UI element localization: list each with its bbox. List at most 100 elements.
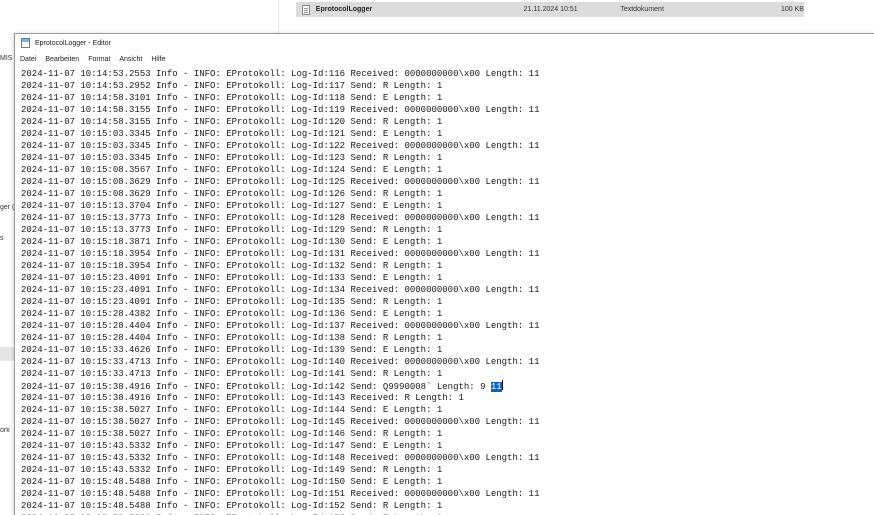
log-line-text: 2024-11-07 10:15:08.3629 Info - INFO: EP…: [21, 177, 540, 187]
log-line: 2024-11-07 10:15:33.4713 Info - INFO: EP…: [21, 368, 874, 380]
log-line-text: 2024-11-07 10:15:38.4916 Info - INFO: EP…: [21, 382, 491, 392]
log-line-text: 2024-11-07 10:15:08.3629 Info - INFO: EP…: [21, 189, 443, 199]
log-line: 2024-11-07 10:15:48.5488 Info - INFO: EP…: [21, 476, 874, 488]
log-line: 2024-11-07 10:15:08.3567 Info - INFO: EP…: [21, 164, 874, 176]
text-editor-area[interactable]: 2024-11-07 10:14:53.2553 Info - INFO: EP…: [21, 68, 874, 515]
explorer-nav-pane: MIS ger ( s ork: [0, 34, 14, 515]
menu-format[interactable]: Format: [88, 56, 110, 63]
log-line: 2024-11-07 10:15:38.5027 Info - INFO: EP…: [21, 404, 874, 416]
log-line: 2024-11-07 10:15:23.4091 Info - INFO: EP…: [21, 284, 874, 296]
log-line-text: 2024-11-07 10:15:33.4713 Info - INFO: EP…: [21, 369, 443, 379]
log-line-text: 2024-11-07 10:15:48.5488 Info - INFO: EP…: [21, 489, 540, 499]
menu-datei[interactable]: Datei: [20, 56, 36, 63]
log-line: 2024-11-07 10:15:38.5027 Info - INFO: EP…: [21, 428, 874, 440]
log-line-text: 2024-11-07 10:15:03.3345 Info - INFO: EP…: [21, 129, 443, 139]
log-line-text: 2024-11-07 10:15:18.3954 Info - INFO: EP…: [21, 261, 443, 271]
log-line: 2024-11-07 10:15:43.5332 Info - INFO: EP…: [21, 464, 874, 476]
text-file-icon: [302, 4, 310, 15]
log-line-text: 2024-11-07 10:14:58.3101 Info - INFO: EP…: [21, 93, 443, 103]
nav-label[interactable]: s: [0, 235, 14, 242]
log-line: 2024-11-07 10:15:08.3629 Info - INFO: EP…: [21, 188, 874, 200]
pane-divider: [278, 0, 279, 34]
desktop: EprotocolLogger 21.11.2024 10:51 Textdok…: [0, 0, 874, 515]
file-size: 100 KB: [781, 6, 804, 13]
log-line-text: 2024-11-07 10:15:48.5488 Info - INFO: EP…: [21, 477, 443, 487]
log-line-text: 2024-11-07 10:15:13.3773 Info - INFO: EP…: [21, 225, 443, 235]
log-line-text: 2024-11-07 10:14:58.3155 Info - INFO: EP…: [21, 105, 540, 115]
log-line: 2024-11-07 10:14:58.3155 Info - INFO: EP…: [21, 104, 874, 116]
log-line-text: 2024-11-07 10:15:28.4382 Info - INFO: EP…: [21, 309, 443, 319]
log-line-text: 2024-11-07 10:15:43.5332 Info - INFO: EP…: [21, 441, 443, 451]
log-line: 2024-11-07 10:15:38.5027 Info - INFO: EP…: [21, 416, 874, 428]
log-line: 2024-11-07 10:15:43.5332 Info - INFO: EP…: [21, 440, 874, 452]
log-line-text: 2024-11-07 10:15:13.3704 Info - INFO: EP…: [21, 201, 443, 211]
log-line-text: 2024-11-07 10:15:38.5027 Info - INFO: EP…: [21, 417, 540, 427]
log-line: 2024-11-07 10:15:03.3345 Info - INFO: EP…: [21, 128, 874, 140]
log-line-text: 2024-11-07 10:15:28.4404 Info - INFO: EP…: [21, 333, 443, 343]
menu-bearbeiten[interactable]: Bearbeiten: [45, 56, 79, 63]
log-line-text: 2024-11-07 10:15:18.3954 Info - INFO: EP…: [21, 249, 540, 259]
nav-selected-item[interactable]: [0, 347, 14, 361]
log-line: 2024-11-07 10:15:13.3773 Info - INFO: EP…: [21, 224, 874, 236]
log-line: 2024-11-07 10:15:28.4404 Info - INFO: EP…: [21, 320, 874, 332]
log-line-text: 2024-11-07 10:15:38.5027 Info - INFO: EP…: [21, 429, 443, 439]
log-line-text: 2024-11-07 10:15:28.4404 Info - INFO: EP…: [21, 321, 540, 331]
log-line: 2024-11-07 10:15:08.3629 Info - INFO: EP…: [21, 176, 874, 188]
log-line-text: 2024-11-07 10:15:23.4091 Info - INFO: EP…: [21, 297, 443, 307]
file-name: EprotocolLogger: [315, 6, 373, 13]
notepad-icon: [21, 38, 30, 48]
log-line-text: 2024-11-07 10:14:53.2952 Info - INFO: EP…: [21, 81, 443, 91]
log-line-text: 2024-11-07 10:15:38.4916 Info - INFO: EP…: [21, 393, 464, 403]
text-caret: [501, 380, 503, 390]
log-line-text: 2024-11-07 10:15:48.5488 Info - INFO: EP…: [21, 501, 443, 511]
log-line: 2024-11-07 10:15:38.4916 Info - INFO: EP…: [21, 392, 874, 404]
log-line: 2024-11-07 10:15:13.3704 Info - INFO: EP…: [21, 200, 874, 212]
log-line-text: 2024-11-07 10:15:03.3345 Info - INFO: EP…: [21, 141, 540, 151]
log-line-text: 2024-11-07 10:15:43.5332 Info - INFO: EP…: [21, 453, 540, 463]
log-line-text: 2024-11-07 10:15:08.3567 Info - INFO: EP…: [21, 165, 443, 175]
log-line-text: 2024-11-07 10:15:03.3345 Info - INFO: EP…: [21, 153, 443, 163]
log-line: 2024-11-07 10:15:23.4091 Info - INFO: EP…: [21, 272, 874, 284]
log-line: 2024-11-07 10:15:48.5488 Info - INFO: EP…: [21, 488, 874, 500]
log-line: 2024-11-07 10:14:53.2553 Info - INFO: EP…: [21, 68, 874, 80]
nav-label[interactable]: MIS: [0, 55, 14, 62]
log-line-text: 2024-11-07 10:15:43.5332 Info - INFO: EP…: [21, 465, 443, 475]
file-row-eprotocollogger[interactable]: EprotocolLogger 21.11.2024 10:51 Textdok…: [296, 2, 804, 17]
log-line: 2024-11-07 10:15:13.3773 Info - INFO: EP…: [21, 212, 874, 224]
log-line-text: 2024-11-07 10:14:58.3155 Info - INFO: EP…: [21, 117, 443, 127]
log-line: 2024-11-07 10:15:33.4626 Info - INFO: EP…: [21, 344, 874, 356]
log-line-text: 2024-11-07 10:15:33.4713 Info - INFO: EP…: [21, 357, 540, 367]
nav-label[interactable]: ork: [0, 427, 14, 434]
log-line-text: 2024-11-07 10:15:38.5027 Info - INFO: EP…: [21, 405, 443, 415]
log-line: 2024-11-07 10:15:48.5488 Info - INFO: EP…: [21, 500, 874, 512]
file-date: 21.11.2024 10:51: [523, 6, 578, 13]
log-line-text: 2024-11-07 10:15:18.3871 Info - INFO: EP…: [21, 237, 443, 247]
window-title: EprotocolLogger - Editor: [35, 39, 111, 47]
menu-hilfe[interactable]: Hilfe: [151, 56, 165, 63]
log-line: 2024-11-07 10:15:18.3954 Info - INFO: EP…: [21, 260, 874, 272]
file-type: Textdokument: [620, 6, 664, 13]
selected-text[interactable]: 11: [490, 382, 502, 392]
log-line: 2024-11-07 10:15:43.5332 Info - INFO: EP…: [21, 452, 874, 464]
log-line: 2024-11-07 10:15:03.3345 Info - INFO: EP…: [21, 152, 874, 164]
log-line: 2024-11-07 10:15:33.4713 Info - INFO: EP…: [21, 356, 874, 368]
log-line: 2024-11-07 10:15:18.3954 Info - INFO: EP…: [21, 248, 874, 260]
log-line-text: 2024-11-07 10:15:33.4626 Info - INFO: EP…: [21, 345, 443, 355]
log-line: 2024-11-07 10:15:38.4916 Info - INFO: EP…: [21, 380, 874, 392]
log-line: 2024-11-07 10:15:28.4404 Info - INFO: EP…: [21, 332, 874, 344]
title-bar[interactable]: EprotocolLogger - Editor: [15, 34, 874, 52]
log-line: 2024-11-07 10:14:58.3101 Info - INFO: EP…: [21, 92, 874, 104]
log-line-text: 2024-11-07 10:14:53.2553 Info - INFO: EP…: [21, 69, 540, 79]
menu-ansicht[interactable]: Ansicht: [119, 56, 142, 63]
log-line: 2024-11-07 10:14:53.2952 Info - INFO: EP…: [21, 80, 874, 92]
log-line-text: 2024-11-07 10:15:23.4091 Info - INFO: EP…: [21, 273, 443, 283]
file-explorer-window: EprotocolLogger 21.11.2024 10:51 Textdok…: [0, 0, 874, 34]
log-line: 2024-11-07 10:15:18.3871 Info - INFO: EP…: [21, 236, 874, 248]
log-line: 2024-11-07 10:15:23.4091 Info - INFO: EP…: [21, 296, 874, 308]
log-line: 2024-11-07 10:15:03.3345 Info - INFO: EP…: [21, 140, 874, 152]
nav-label[interactable]: ger (: [0, 204, 14, 211]
notepad-window: EprotocolLogger - Editor Datei Bearbeite…: [14, 33, 874, 515]
menu-bar: Datei Bearbeiten Format Ansicht Hilfe: [15, 52, 874, 66]
log-line: 2024-11-07 10:15:28.4382 Info - INFO: EP…: [21, 308, 874, 320]
log-line-text: 2024-11-07 10:15:23.4091 Info - INFO: EP…: [21, 285, 540, 295]
